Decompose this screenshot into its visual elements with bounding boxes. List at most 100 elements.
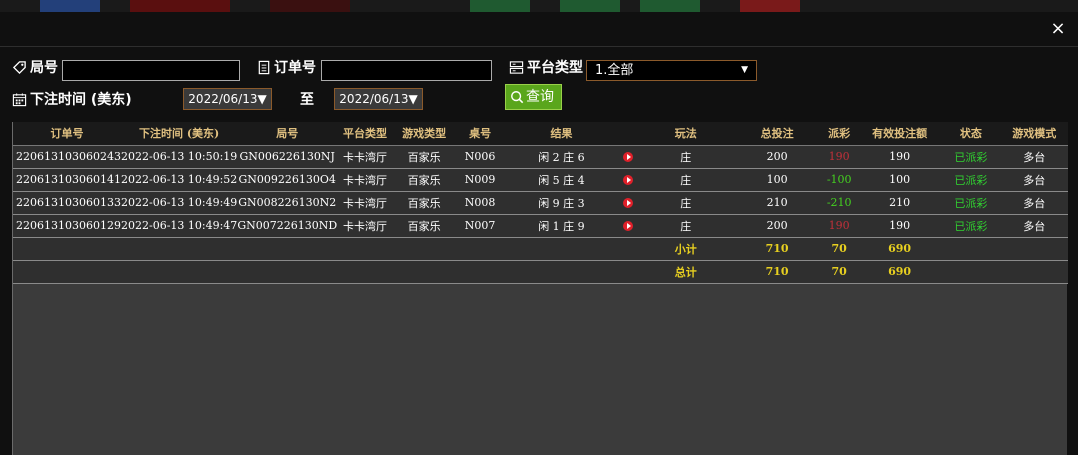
round-cell: GN007226130ND bbox=[237, 214, 338, 238]
date-from-picker[interactable]: 2022/06/13▼ bbox=[183, 88, 272, 110]
tag-icon bbox=[12, 60, 26, 74]
table-cell: N009 bbox=[455, 168, 505, 192]
records-table: 订单号 下注时间 (美东) 局号 平台类型 游戏类型 桌号 结果 玩法 总投注 … bbox=[13, 122, 1068, 284]
valid-cell: 190 bbox=[858, 145, 942, 169]
to-label: 至 bbox=[300, 92, 314, 108]
mode-cell: 多台 bbox=[1000, 214, 1068, 238]
total-row: 总计 710 70 690 bbox=[13, 260, 1068, 284]
dialog-header: × bbox=[0, 12, 1078, 47]
header-total-bet: 总投注 bbox=[733, 122, 821, 146]
bet-records-dialog: × 局号 订单号 平台类型 1.全部 ▼ 下注时间 (美东) 2022/06/1… bbox=[0, 12, 1078, 455]
order-input[interactable] bbox=[321, 60, 492, 81]
query-button-label: 查询 bbox=[526, 89, 554, 105]
header-bet-time: 下注时间 (美东) bbox=[120, 122, 238, 146]
replay-cell bbox=[618, 191, 638, 215]
total-label: 总计 bbox=[637, 260, 734, 284]
close-button[interactable]: × bbox=[1050, 20, 1066, 38]
payout-cell: -100 bbox=[820, 168, 858, 192]
play-icon[interactable] bbox=[622, 152, 633, 162]
total-payout: 70 bbox=[820, 260, 858, 284]
header-round: 局号 bbox=[237, 122, 338, 146]
header-platform: 平台类型 bbox=[337, 122, 393, 146]
result-cell: 闲 2 庄 6 bbox=[504, 145, 619, 169]
platform-select[interactable]: 1.全部 ▼ bbox=[586, 60, 757, 81]
subtotal-label: 小计 bbox=[637, 237, 734, 261]
receipt-icon bbox=[258, 60, 270, 74]
subtotal-payout: 70 bbox=[820, 237, 858, 261]
header-status: 状态 bbox=[941, 122, 1001, 146]
order-label: 订单号 bbox=[257, 57, 316, 77]
time-cell: 2022-06-13 10:49:47 bbox=[120, 214, 238, 238]
time-cell: 2022-06-13 10:49:52 bbox=[120, 168, 238, 192]
play-cell: 庄 bbox=[637, 168, 734, 192]
bet-time-label-text: 下注时间 (美东) bbox=[30, 92, 132, 108]
play-icon[interactable] bbox=[622, 221, 633, 231]
round-cell: GN008226130N2 bbox=[237, 191, 338, 215]
order-cell: 220613103060133 bbox=[13, 191, 121, 215]
query-button[interactable]: 查询 bbox=[505, 84, 562, 110]
bet-cell: 200 bbox=[733, 214, 821, 238]
total-valid: 690 bbox=[858, 260, 942, 284]
date-to-picker[interactable]: 2022/06/13▼ bbox=[334, 88, 423, 110]
table-cell: N006 bbox=[455, 145, 505, 169]
round-cell: GN006226130NJ bbox=[237, 145, 338, 169]
status-cell: 已派彩 bbox=[941, 168, 1001, 192]
play-icon[interactable] bbox=[622, 175, 633, 185]
result-cell: 闲 9 庄 3 bbox=[504, 191, 619, 215]
round-label-text: 局号 bbox=[30, 60, 58, 76]
bet-cell: 210 bbox=[733, 191, 821, 215]
play-cell: 庄 bbox=[637, 145, 734, 169]
play-cell: 庄 bbox=[637, 214, 734, 238]
subtotal-bet: 710 bbox=[733, 237, 821, 261]
table-row: 220613103060133 2022-06-13 10:49:49 GN00… bbox=[13, 191, 1068, 215]
mode-cell: 多台 bbox=[1000, 145, 1068, 169]
play-cell: 庄 bbox=[637, 191, 734, 215]
game-cell: 百家乐 bbox=[392, 168, 456, 192]
header-result: 结果 bbox=[504, 122, 619, 146]
bet-cell: 200 bbox=[733, 145, 821, 169]
round-input[interactable] bbox=[62, 60, 240, 81]
header-play: 玩法 bbox=[637, 122, 734, 146]
result-cell: 闲 5 庄 4 bbox=[504, 168, 619, 192]
status-cell: 已派彩 bbox=[941, 145, 1001, 169]
records-table-container: 订单号 下注时间 (美东) 局号 平台类型 游戏类型 桌号 结果 玩法 总投注 … bbox=[12, 122, 1068, 455]
header-order: 订单号 bbox=[13, 122, 121, 146]
game-cell: 百家乐 bbox=[392, 191, 456, 215]
header-valid-bet: 有效投注额 bbox=[858, 122, 942, 146]
replay-cell bbox=[618, 145, 638, 169]
table-row: 220613103060141 2022-06-13 10:49:52 GN00… bbox=[13, 168, 1068, 192]
platform-cell: 卡卡湾厅 bbox=[337, 168, 393, 192]
order-label-text: 订单号 bbox=[274, 60, 316, 76]
status-cell: 已派彩 bbox=[941, 214, 1001, 238]
platform-label-text: 平台类型 bbox=[527, 60, 583, 76]
result-cell: 闲 1 庄 9 bbox=[504, 214, 619, 238]
status-cell: 已派彩 bbox=[941, 191, 1001, 215]
payout-cell: -210 bbox=[820, 191, 858, 215]
bet-cell: 100 bbox=[733, 168, 821, 192]
round-cell: GN009226130O4 bbox=[237, 168, 338, 192]
game-cell: 百家乐 bbox=[392, 145, 456, 169]
header-blank bbox=[618, 122, 638, 146]
platform-cell: 卡卡湾厅 bbox=[337, 191, 393, 215]
valid-cell: 100 bbox=[858, 168, 942, 192]
search-icon bbox=[511, 91, 524, 104]
server-icon bbox=[509, 60, 524, 74]
mode-cell: 多台 bbox=[1000, 191, 1068, 215]
order-cell: 220613103060243 bbox=[13, 145, 121, 169]
game-cell: 百家乐 bbox=[392, 214, 456, 238]
replay-cell bbox=[618, 214, 638, 238]
mode-cell: 多台 bbox=[1000, 168, 1068, 192]
header-table-no: 桌号 bbox=[455, 122, 505, 146]
platform-select-value: 1.全部 bbox=[595, 63, 634, 78]
platform-label: 平台类型 bbox=[509, 57, 583, 77]
platform-cell: 卡卡湾厅 bbox=[337, 145, 393, 169]
round-label: 局号 bbox=[12, 57, 58, 77]
header-game-mode: 游戏模式 bbox=[1000, 122, 1068, 146]
payout-cell: 190 bbox=[820, 145, 858, 169]
subtotal-valid: 690 bbox=[858, 237, 942, 261]
header-payout: 派彩 bbox=[820, 122, 858, 146]
calendar-icon bbox=[12, 92, 27, 106]
play-icon[interactable] bbox=[622, 198, 633, 208]
order-cell: 220613103060141 bbox=[13, 168, 121, 192]
table-row: 220613103060129 2022-06-13 10:49:47 GN00… bbox=[13, 214, 1068, 238]
